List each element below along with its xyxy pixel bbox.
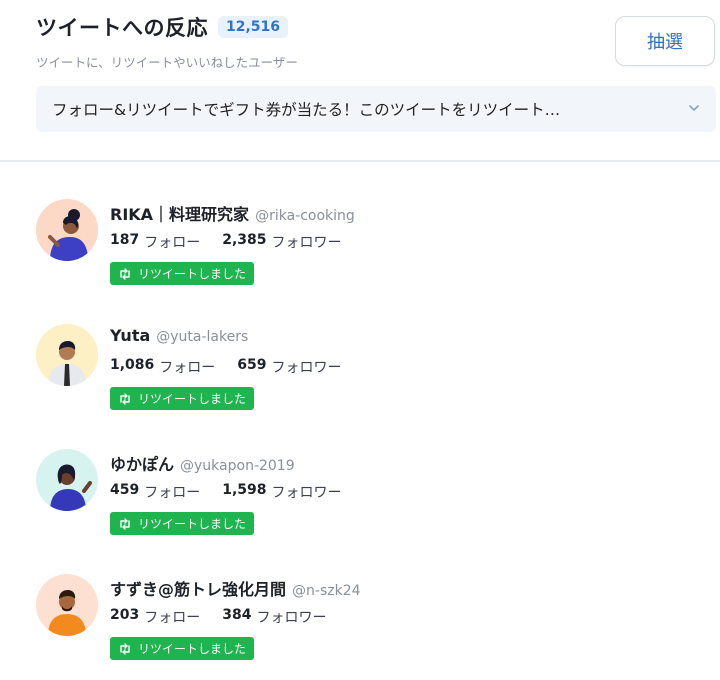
tweet-select-value: フォロー&リツイートでギフト券が当たる！このツイートをリツイート…	[52, 101, 561, 119]
page-title: ツイートへの反応	[36, 16, 208, 40]
avatar[interactable]	[36, 574, 98, 636]
draw-lottery-button[interactable]: 抽選	[615, 16, 715, 66]
follower-label: フォロワー	[256, 610, 327, 626]
retweeted-badge: リツイートしました	[110, 387, 255, 410]
follow-label: フォロー	[144, 610, 201, 626]
retweeted-badge: リツイートしました	[110, 262, 255, 285]
user-stats: 1,086 フォロー 659 フォロワー	[110, 357, 342, 377]
retweeted-badge: リツイートしました	[110, 512, 255, 535]
follower-count: 659	[237, 357, 267, 373]
retweeted-label: リツイートしました	[138, 642, 247, 656]
avatar[interactable]	[36, 199, 98, 261]
user-name-row: Yuta @yuta-lakers	[110, 326, 248, 345]
list-item[interactable]: ゆかぽん @yukapon-2019 459 フォロー 1,598 フォロワー …	[0, 445, 720, 555]
retweet-icon	[120, 267, 130, 280]
page-subtitle: ツイートに、リツイートやいいねしたユーザー	[36, 55, 298, 70]
user-stats: 459 フォロー 1,598 フォロワー	[110, 482, 342, 502]
follow-label: フォロー	[144, 235, 201, 251]
chevron-down-icon	[689, 105, 699, 111]
follower-count: 384	[222, 607, 252, 623]
user-stats: 203 フォロー 384 フォロワー	[110, 607, 326, 627]
retweet-icon	[120, 517, 130, 530]
retweet-icon	[120, 642, 130, 655]
header-divider	[0, 160, 720, 162]
avatar[interactable]	[36, 449, 98, 511]
reactions-header: ツイートへの反応 12,516 ツイートに、リツイートやいいねしたユーザー 抽選…	[0, 0, 720, 160]
follower-label: フォロワー	[271, 235, 342, 251]
retweeted-badge: リツイートしました	[110, 637, 255, 660]
list-item[interactable]: Yuta @yuta-lakers 1,086 フォロー 659 フォロワー リ…	[0, 320, 720, 430]
tweet-select-dropdown[interactable]: フォロー&リツイートでギフト券が当たる！このツイートをリツイート…	[36, 86, 716, 132]
user-handle: @yuta-lakers	[156, 329, 249, 345]
display-name[interactable]: ゆかぽん	[110, 451, 174, 475]
list-item[interactable]: すずき@筋トレ強化月間 @n-szk24 203 フォロー 384 フォロワー …	[0, 570, 720, 680]
follow-label: フォロー	[144, 485, 201, 501]
user-name-row: すずき@筋トレ強化月間 @n-szk24	[110, 576, 361, 600]
follow-label: フォロー	[159, 360, 216, 376]
reaction-count-badge: 12,516	[218, 16, 289, 38]
follow-count: 459	[110, 482, 140, 498]
list-item[interactable]: RIKA｜料理研究家 @rika-cooking 187 フォロー 2,385 …	[0, 195, 720, 305]
avatar[interactable]	[36, 324, 98, 386]
retweeted-label: リツイートしました	[138, 392, 247, 406]
user-name-row: RIKA｜料理研究家 @rika-cooking	[110, 201, 355, 225]
follower-count: 2,385	[222, 232, 267, 248]
retweeted-label: リツイートしました	[138, 267, 247, 281]
follower-label: フォロワー	[271, 485, 342, 501]
user-handle: @rika-cooking	[255, 208, 355, 224]
display-name[interactable]: RIKA｜料理研究家	[110, 201, 249, 225]
user-stats: 187 フォロー 2,385 フォロワー	[110, 232, 342, 252]
follower-count: 1,598	[222, 482, 267, 498]
follow-count: 1,086	[110, 357, 155, 373]
retweeted-label: リツイートしました	[138, 517, 247, 531]
follower-label: フォロワー	[271, 360, 342, 376]
retweet-icon	[120, 392, 130, 405]
user-handle: @n-szk24	[292, 583, 361, 599]
title-row: ツイートへの反応 12,516	[36, 12, 289, 42]
follow-count: 187	[110, 232, 140, 248]
display-name[interactable]: Yuta	[110, 326, 150, 345]
user-handle: @yukapon-2019	[180, 458, 295, 474]
display-name[interactable]: すずき@筋トレ強化月間	[110, 576, 286, 600]
follow-count: 203	[110, 607, 140, 623]
user-name-row: ゆかぽん @yukapon-2019	[110, 451, 295, 475]
